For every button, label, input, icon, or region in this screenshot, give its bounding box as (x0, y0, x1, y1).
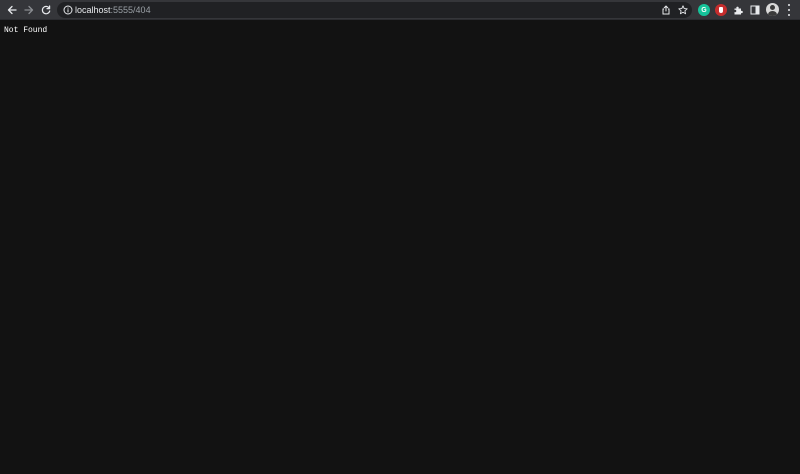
side-panel-icon[interactable] (749, 4, 761, 16)
url-text[interactable]: localhost:5555/404 (75, 3, 151, 17)
page-viewport: Not Found (0, 20, 800, 474)
info-icon[interactable] (63, 5, 73, 15)
arrow-right-icon (24, 5, 34, 15)
share-icon[interactable] (661, 5, 671, 15)
reload-button[interactable] (38, 2, 54, 18)
address-bar[interactable]: localhost:5555/404 (57, 2, 692, 18)
puzzle-icon[interactable] (732, 4, 744, 16)
reload-icon (41, 5, 51, 15)
star-icon[interactable] (678, 5, 688, 15)
not-found-message: Not Found (4, 26, 48, 35)
url-path: :5555/404 (110, 5, 151, 15)
avatar-icon[interactable] (766, 3, 779, 16)
back-button[interactable] (4, 2, 20, 18)
grammarly-icon[interactable]: G (698, 4, 710, 16)
kebab-menu-icon[interactable] (786, 4, 792, 16)
url-host: localhost (75, 5, 111, 15)
shield-extension-icon[interactable] (715, 4, 727, 16)
forward-button[interactable] (21, 2, 37, 18)
browser-window: localhost:5555/404 G Not Found (0, 0, 800, 474)
arrow-left-icon (7, 5, 17, 15)
browser-toolbar: localhost:5555/404 G (0, 0, 800, 20)
